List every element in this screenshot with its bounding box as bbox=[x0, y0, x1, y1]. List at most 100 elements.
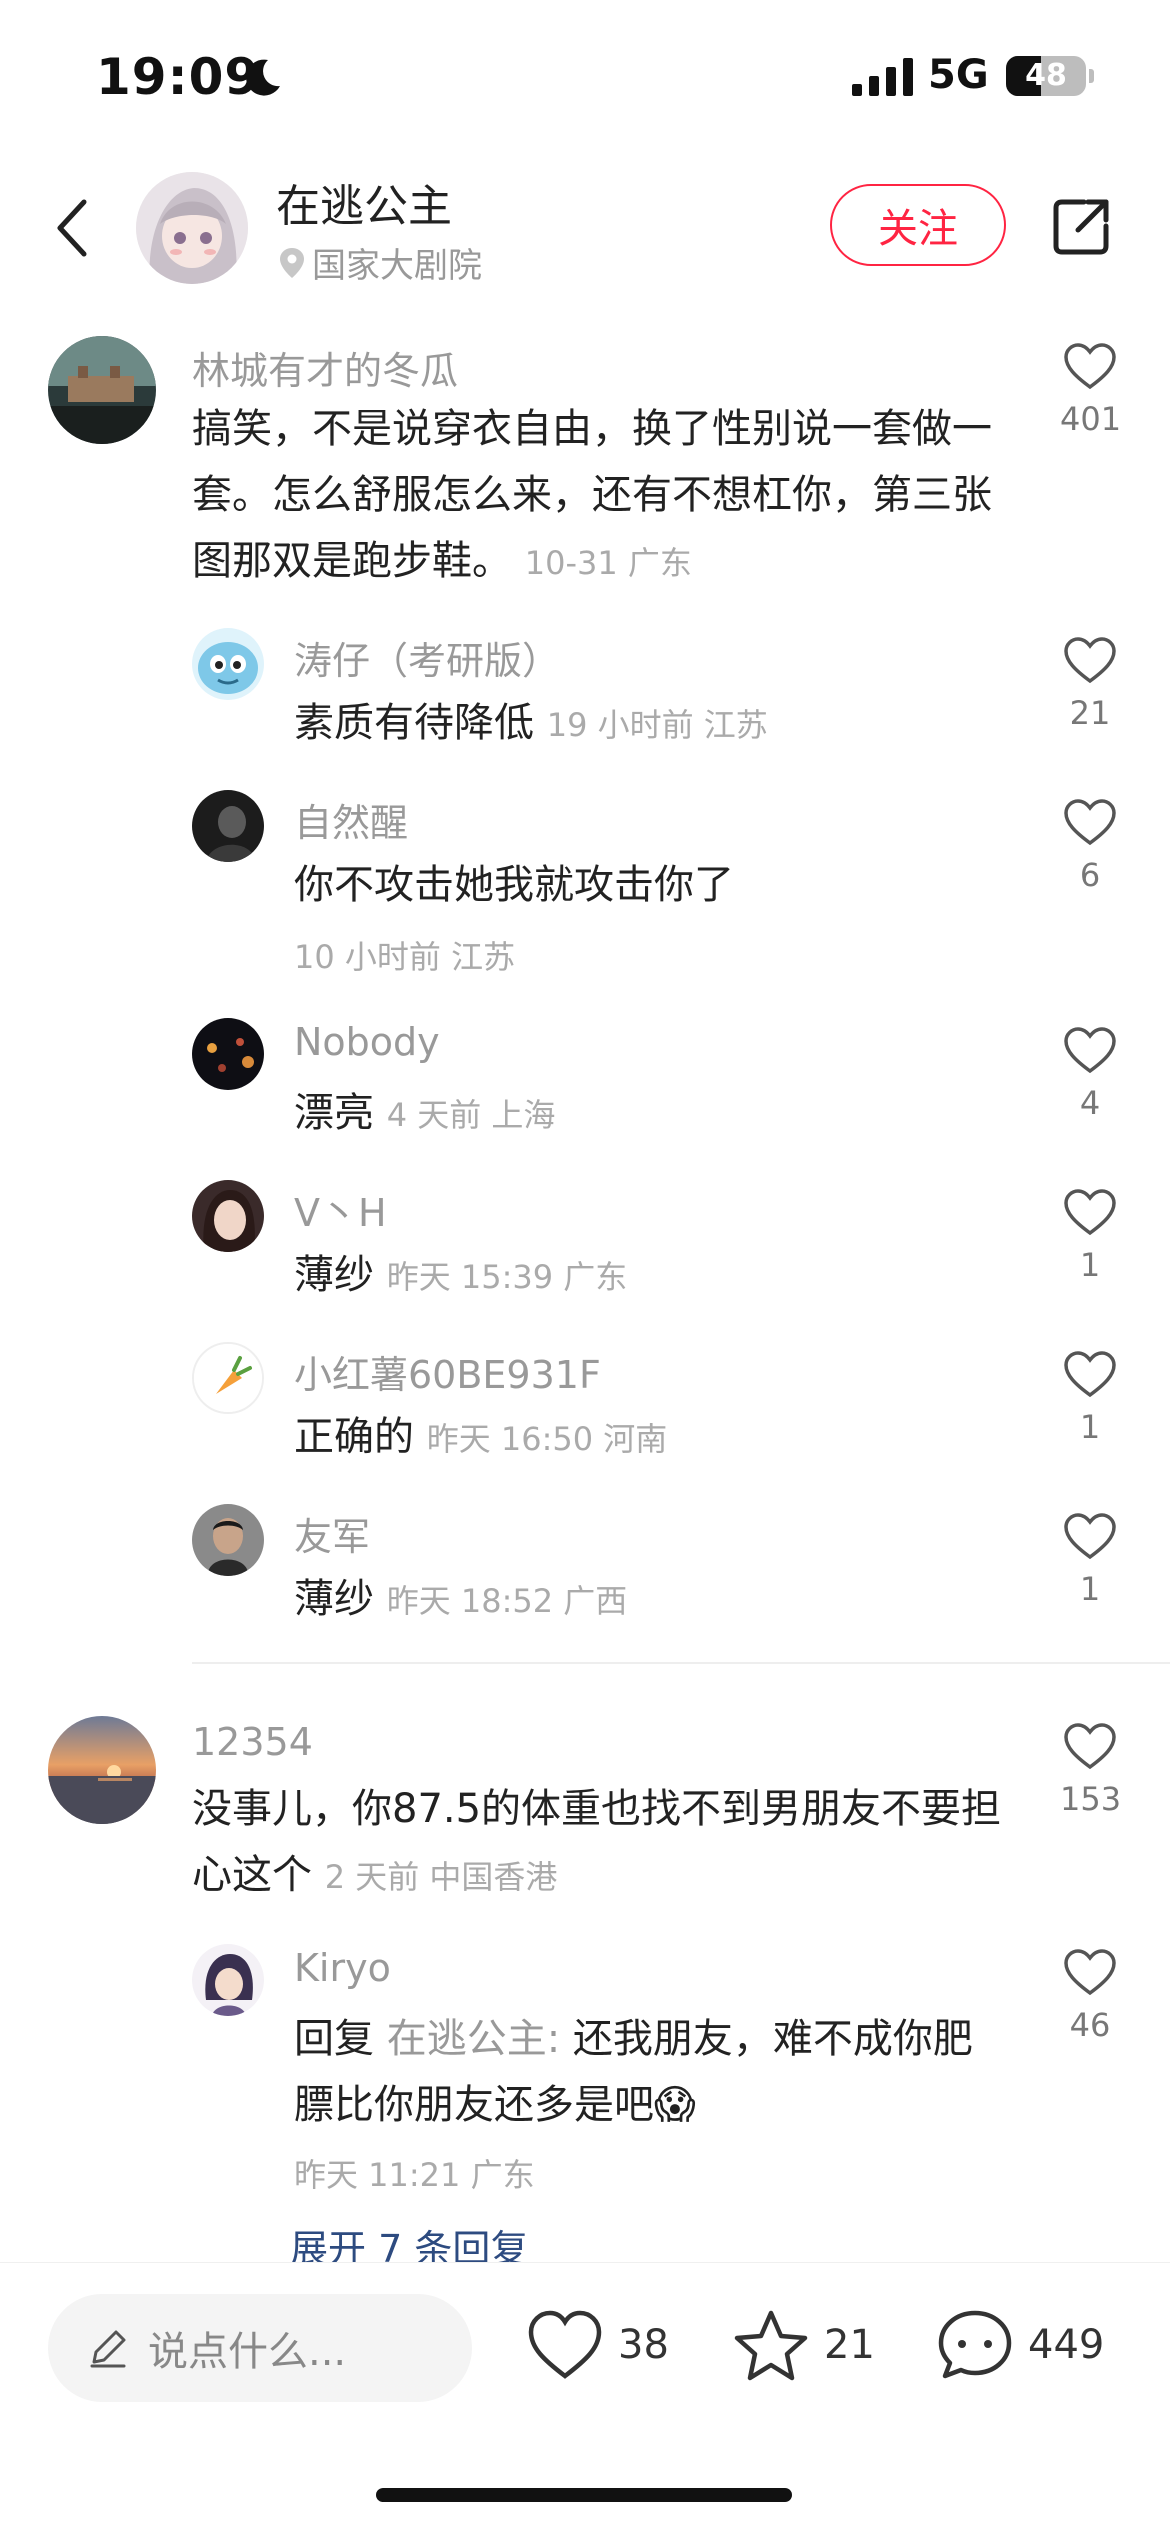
like-button[interactable]: 1 bbox=[1060, 1512, 1120, 1608]
comment-input-placeholder: 说点什么... bbox=[148, 2329, 347, 2375]
comment-text[interactable]: 搞笑，不是说穿衣自由，换了性别说一套做一套。怎么舒服怎么来，还有不想杠你，第三张… bbox=[192, 396, 1018, 596]
like-count: 4 bbox=[1079, 1084, 1101, 1122]
like-button[interactable]: 1 bbox=[1060, 1188, 1120, 1284]
reply-text[interactable]: 素质有待降低 19 小时前 江苏 bbox=[294, 690, 1034, 758]
battery-icon: 48 bbox=[1006, 56, 1086, 96]
comment-icon bbox=[938, 2310, 1012, 2379]
reply-body: 素质有待降低 bbox=[294, 700, 534, 746]
like-button[interactable]: 153 bbox=[1060, 1722, 1122, 1818]
network-type: 5G bbox=[928, 52, 989, 98]
reply-meta: 昨天 18:52 广西 bbox=[386, 1582, 628, 1620]
scared-emoji-icon: 😱 bbox=[654, 2082, 696, 2128]
like-stat-count: 38 bbox=[618, 2322, 669, 2368]
reply-meta: 昨天 16:50 河南 bbox=[426, 1420, 668, 1458]
status-time: 19:09 bbox=[96, 48, 261, 106]
reply-username[interactable]: Nobody bbox=[294, 1020, 440, 1064]
post-location[interactable]: 国家大剧院 bbox=[278, 238, 482, 287]
heart-icon bbox=[1064, 799, 1116, 846]
signal-icon bbox=[852, 58, 913, 96]
comment-stat[interactable]: 449 bbox=[936, 2308, 1104, 2382]
reply-text[interactable]: 漂亮 4 天前 上海 bbox=[294, 1080, 1034, 1148]
like-count: 1 bbox=[1079, 1408, 1101, 1446]
heart-icon bbox=[1064, 1189, 1116, 1236]
author-name[interactable]: 在逃公主 bbox=[276, 170, 452, 234]
reply-body: 薄纱 bbox=[294, 1252, 374, 1298]
reply-meta: 昨天 11:21 广东 bbox=[294, 2156, 535, 2194]
pencil-icon bbox=[90, 2330, 126, 2368]
author-avatar[interactable] bbox=[136, 172, 248, 284]
collect-stat-count: 21 bbox=[824, 2322, 875, 2368]
heart-icon bbox=[1064, 1351, 1116, 1398]
like-button[interactable]: 4 bbox=[1060, 1026, 1120, 1122]
reply-body: 正确的 bbox=[294, 1414, 414, 1460]
star-icon bbox=[734, 2310, 808, 2381]
reply-avatar[interactable] bbox=[192, 1504, 264, 1576]
reply-avatar[interactable] bbox=[192, 1018, 264, 1090]
comment-divider bbox=[192, 1662, 1170, 1664]
heart-icon bbox=[1064, 637, 1116, 684]
location-icon bbox=[280, 247, 304, 278]
like-button[interactable]: 6 bbox=[1060, 798, 1120, 894]
heart-icon bbox=[1064, 1027, 1116, 1074]
reply-avatar[interactable] bbox=[192, 1944, 264, 2016]
reply-text[interactable]: 薄纱 昨天 18:52 广西 bbox=[294, 1566, 1034, 1634]
back-icon[interactable] bbox=[52, 196, 92, 260]
battery-level: 48 bbox=[1025, 58, 1067, 93]
like-button[interactable]: 401 bbox=[1060, 342, 1122, 438]
comment-username[interactable]: 12354 bbox=[192, 1720, 313, 1764]
comment-text[interactable]: 没事儿，你87.5的体重也找不到男朋友不要担心这个 2 天前 中国香港 bbox=[192, 1776, 1018, 1910]
reply-text[interactable]: 薄纱 昨天 15:39 广东 bbox=[294, 1242, 1034, 1310]
heart-icon bbox=[1064, 1723, 1116, 1770]
reply-body: 薄纱 bbox=[294, 1576, 374, 1622]
reply-username[interactable]: 自然醒 bbox=[294, 792, 408, 847]
comment-meta: 2 天前 中国香港 bbox=[324, 1858, 558, 1896]
reply-meta: 昨天 15:39 广东 bbox=[386, 1258, 628, 1296]
like-count: 6 bbox=[1079, 856, 1101, 894]
share-icon[interactable] bbox=[1050, 196, 1112, 258]
moon-icon bbox=[246, 59, 280, 96]
comment-stat-count: 449 bbox=[1028, 2322, 1105, 2368]
like-count: 21 bbox=[1069, 694, 1111, 732]
like-button[interactable]: 21 bbox=[1060, 636, 1120, 732]
reply-text[interactable]: 回复 在逃公主: 还我朋友，难不成你肥膘比你朋友还多是吧😱 bbox=[294, 2006, 994, 2138]
location-label: 国家大剧院 bbox=[312, 246, 482, 286]
collect-stat[interactable]: 21 bbox=[732, 2308, 875, 2382]
like-count: 1 bbox=[1079, 1570, 1101, 1608]
reply-text[interactable]: 正确的 昨天 16:50 河南 bbox=[294, 1404, 1034, 1472]
reply-username[interactable]: 友军 bbox=[294, 1506, 370, 1561]
reply-body: 漂亮 bbox=[294, 1090, 374, 1136]
reply-meta: 19 小时前 江苏 bbox=[546, 706, 768, 744]
reply-prefix: 回复 bbox=[294, 2016, 374, 2062]
follow-button[interactable]: 关注 bbox=[830, 184, 1006, 266]
reply-username[interactable]: 涛仔（考研版） bbox=[294, 630, 560, 685]
reply-text[interactable]: 你不攻击她我就攻击你了 bbox=[294, 852, 1034, 918]
reply-avatar[interactable] bbox=[192, 628, 264, 700]
comment-username[interactable]: 林城有才的冬瓜 bbox=[192, 340, 458, 395]
heart-icon bbox=[1064, 343, 1116, 390]
home-indicator[interactable] bbox=[376, 2488, 792, 2502]
like-stat[interactable]: 38 bbox=[526, 2308, 669, 2382]
like-count: 401 bbox=[1060, 400, 1122, 438]
comment-body: 没事儿，你87.5的体重也找不到男朋友不要担心这个 bbox=[192, 1786, 1002, 1898]
status-bar: 19:09 5G 48 bbox=[0, 0, 1170, 150]
battery-tip bbox=[1089, 69, 1094, 83]
heart-icon bbox=[1064, 1513, 1116, 1560]
reply-avatar[interactable] bbox=[192, 1342, 264, 1414]
reply-avatar[interactable] bbox=[192, 790, 264, 862]
reply-username[interactable]: V丶H bbox=[294, 1182, 387, 1237]
heart-icon bbox=[1064, 1949, 1116, 1996]
comment-avatar[interactable] bbox=[48, 1716, 156, 1824]
like-button[interactable]: 1 bbox=[1060, 1350, 1120, 1446]
reply-meta: 4 天前 上海 bbox=[386, 1096, 556, 1134]
reply-username[interactable]: 小红薯60BE931F bbox=[294, 1344, 601, 1399]
comment-avatar[interactable] bbox=[48, 336, 156, 444]
like-count: 1 bbox=[1079, 1246, 1101, 1284]
like-count: 46 bbox=[1069, 2006, 1111, 2044]
comment-input[interactable]: 说点什么... bbox=[48, 2294, 472, 2402]
reply-to-user[interactable]: 在逃公主: bbox=[387, 2016, 560, 2062]
like-button[interactable]: 46 bbox=[1060, 1948, 1120, 2044]
reply-meta: 10 小时前 江苏 bbox=[294, 938, 516, 976]
like-count: 153 bbox=[1060, 1780, 1122, 1818]
reply-avatar[interactable] bbox=[192, 1180, 264, 1252]
reply-username[interactable]: Kiryo bbox=[294, 1946, 391, 1990]
